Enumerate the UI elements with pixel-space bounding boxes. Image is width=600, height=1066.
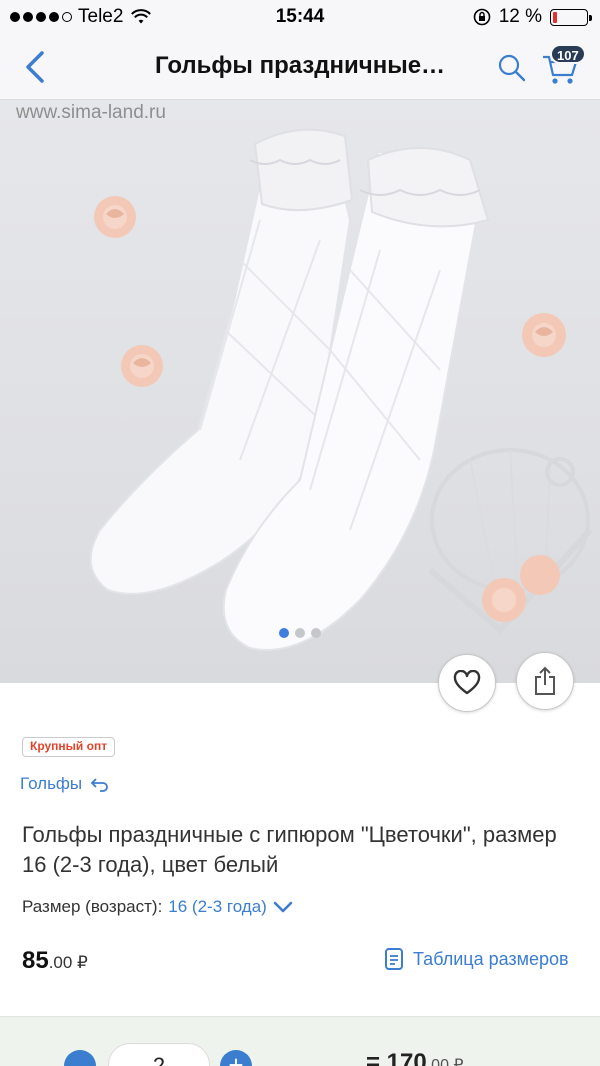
- cart-total: = 170.00 ₽: [366, 1049, 464, 1066]
- chevron-left-icon[interactable]: [18, 48, 54, 86]
- status-right: 12 %: [473, 6, 592, 28]
- status-bar: Tele2 15:44 12 %: [0, 0, 600, 34]
- cart-bar: – 2 + = 170.00 ₽: [0, 1016, 600, 1066]
- wholesale-badge: Крупный опт: [22, 737, 116, 757]
- size-table-link[interactable]: Таблица размеров: [384, 947, 569, 971]
- total-integer: = 170: [366, 1049, 427, 1066]
- favorite-button[interactable]: [438, 654, 496, 712]
- nav-bar: Гольфы праздничные…: [0, 34, 600, 100]
- gallery-dot[interactable]: [295, 628, 305, 638]
- document-icon: [385, 948, 403, 970]
- share-icon: [535, 666, 555, 695]
- price-fraction: .00 ₽: [48, 953, 88, 972]
- product-price: 85.00 ₽: [22, 947, 88, 975]
- quantity-increase-button[interactable]: +: [220, 1050, 252, 1066]
- gallery-pagination[interactable]: [0, 628, 600, 638]
- category-link[interactable]: Гольфы: [20, 774, 110, 794]
- search-icon[interactable]: [496, 52, 528, 84]
- battery-icon: [550, 8, 592, 26]
- quantity-decrease-button[interactable]: –: [64, 1050, 96, 1066]
- product-photo: [89, 128, 593, 651]
- return-arrow-icon: [90, 778, 109, 792]
- size-selector[interactable]: Размер (возраст): 16 (2-3 года): [22, 897, 293, 917]
- gallery-dot[interactable]: [311, 628, 321, 638]
- size-table-label: Таблица размеров: [413, 948, 569, 969]
- cart-count-badge: 107: [550, 44, 586, 64]
- size-label: Размер (возраст):: [22, 897, 163, 916]
- product-title: Гольфы праздничные с гипюром "Цветочки",…: [22, 822, 557, 877]
- birdcage-decoration: [428, 448, 593, 635]
- price-integer: 85: [22, 947, 49, 974]
- total-fraction: .00 ₽: [426, 1057, 464, 1066]
- battery-level: [553, 11, 557, 23]
- product-image-gallery[interactable]: www.sima-land.ru: [0, 100, 600, 683]
- battery-percent: 12 %: [498, 6, 542, 27]
- size-value[interactable]: 16 (2-3 года): [168, 897, 267, 917]
- gallery-dot[interactable]: [279, 628, 289, 638]
- watermark: www.sima-land.ru: [16, 102, 166, 123]
- share-button[interactable]: [516, 652, 574, 710]
- chevron-down-icon[interactable]: [273, 900, 293, 914]
- quantity-input[interactable]: 2: [108, 1043, 210, 1066]
- category-label: Гольфы: [20, 774, 83, 793]
- heart-icon: [453, 670, 481, 695]
- page-title: Гольфы праздничные…: [154, 52, 446, 79]
- orientation-lock-icon: [473, 8, 490, 26]
